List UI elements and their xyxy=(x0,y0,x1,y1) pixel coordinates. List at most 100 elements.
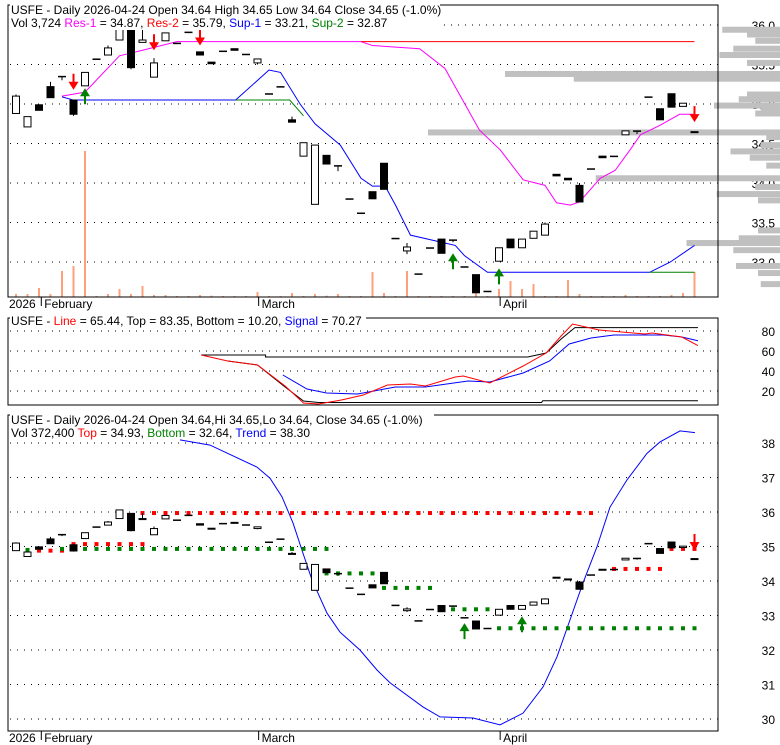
candle-body xyxy=(690,131,699,134)
candle-body xyxy=(667,541,676,549)
candle-body xyxy=(92,526,101,528)
volume-bar xyxy=(256,292,259,297)
bottom-dot xyxy=(508,626,513,631)
candle xyxy=(679,545,687,549)
candle xyxy=(184,514,193,517)
candle xyxy=(357,593,365,596)
bottom-dot xyxy=(658,626,662,631)
top-dot xyxy=(405,511,409,516)
candle-body xyxy=(656,548,664,554)
candle xyxy=(495,608,503,616)
candle-body xyxy=(265,541,273,544)
top-label: Top xyxy=(78,426,98,440)
candle xyxy=(276,538,285,540)
top-dot xyxy=(48,548,53,553)
volume-profile-bar xyxy=(760,281,780,288)
volume-bar xyxy=(682,293,684,297)
bottom-dot xyxy=(186,546,191,551)
candle-body xyxy=(587,168,595,170)
volume-profile-bar xyxy=(719,52,780,59)
top-dot xyxy=(646,566,651,571)
top-dot xyxy=(623,566,628,571)
candle xyxy=(368,191,377,200)
top-dot xyxy=(554,511,559,516)
volume-bar xyxy=(383,293,385,297)
candle-body xyxy=(518,238,526,249)
top-dot xyxy=(244,511,248,516)
res2-label: Res-2 xyxy=(147,16,179,30)
candle-body xyxy=(541,598,549,605)
y-tick-label: 35 xyxy=(762,541,776,555)
sup-2-line xyxy=(235,99,304,117)
candle-body xyxy=(46,86,55,99)
candle-body xyxy=(334,572,342,575)
candle-body xyxy=(472,274,480,294)
bottom-dot xyxy=(209,546,214,551)
candle xyxy=(644,96,653,98)
candle xyxy=(322,154,331,165)
stock-chart: 36.035.535.034.534.033.533.0FebruaryMarc… xyxy=(7,2,780,745)
bottom-dot xyxy=(324,546,329,551)
volume-bar xyxy=(118,289,121,297)
y-tick-label: 32 xyxy=(762,644,776,658)
candle-body xyxy=(219,50,227,53)
candle-body xyxy=(196,51,204,56)
y-tick-label: 60 xyxy=(762,345,776,359)
candle-body xyxy=(437,604,446,613)
candle xyxy=(207,527,216,530)
bottom-dot xyxy=(612,626,616,631)
candle xyxy=(265,541,273,544)
bottom-dot xyxy=(485,607,490,612)
candle xyxy=(12,542,20,552)
candle xyxy=(437,604,446,613)
candle xyxy=(564,578,572,581)
candle-body xyxy=(610,568,618,571)
candle-body xyxy=(322,154,331,165)
candle-body xyxy=(173,42,181,45)
top-dot xyxy=(439,511,444,516)
bottom-dot xyxy=(117,546,122,551)
candle-body xyxy=(69,544,78,552)
y-tick-label: 33 xyxy=(762,610,776,624)
candle-body xyxy=(529,601,538,606)
candle xyxy=(414,273,423,275)
top-dot xyxy=(255,511,260,516)
top-dot xyxy=(416,511,421,516)
candle xyxy=(391,237,400,240)
x-axis-month-label: April xyxy=(503,297,527,311)
top-dot xyxy=(152,511,156,516)
candle xyxy=(610,155,618,158)
volume-bar xyxy=(693,272,696,297)
volume-bar xyxy=(567,280,569,297)
candle xyxy=(426,608,434,611)
trend-value: = 38.30 xyxy=(266,426,310,440)
candle-body xyxy=(35,104,43,111)
candle-body xyxy=(391,604,400,607)
buy-arrow-icon xyxy=(494,268,504,285)
candle-body xyxy=(92,58,101,60)
candle-body xyxy=(345,587,354,589)
candle xyxy=(621,557,630,561)
candle xyxy=(69,544,78,552)
top-dot xyxy=(428,511,432,516)
candle-body xyxy=(391,237,400,240)
candle-body xyxy=(598,568,607,571)
panel-frame xyxy=(7,4,719,298)
top-dot xyxy=(301,511,306,516)
candle-body xyxy=(276,538,285,540)
y-tick-label: 34 xyxy=(762,575,776,589)
bottom-dot xyxy=(278,546,283,551)
candle xyxy=(115,509,124,520)
bottom-dot xyxy=(244,546,248,551)
candle xyxy=(495,247,503,262)
candle-body xyxy=(345,198,354,200)
bottom-value: = 32.64, xyxy=(185,426,235,440)
candle xyxy=(173,519,181,521)
top-dot xyxy=(531,511,536,516)
candle xyxy=(472,274,480,294)
bottom-dot xyxy=(623,626,628,631)
bottom-label: Bottom xyxy=(147,426,185,440)
candle-body xyxy=(506,238,515,249)
buy-arrow-icon xyxy=(459,623,470,640)
volume-bar xyxy=(521,289,523,297)
